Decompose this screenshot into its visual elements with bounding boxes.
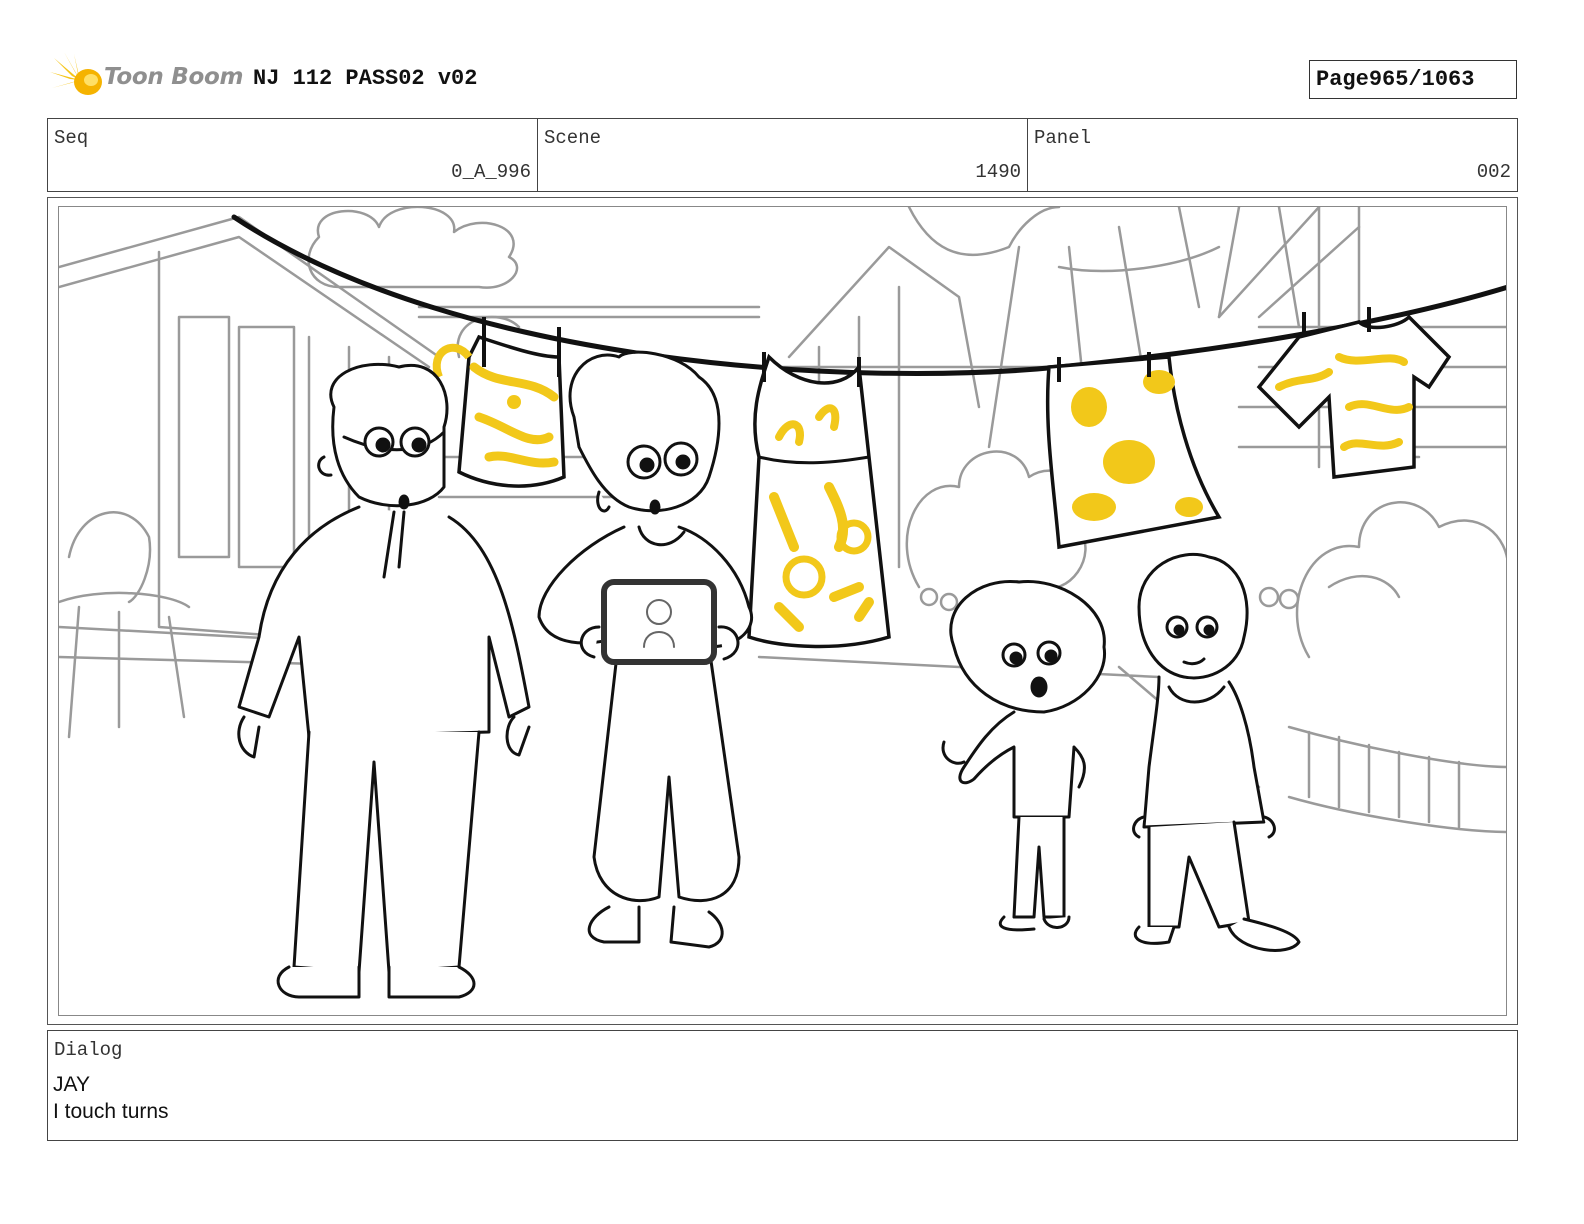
storyboard-panel [58,206,1507,1016]
dialog-text: I touch turns [53,1100,169,1123]
starburst-icon [50,52,102,102]
child-figure-2 [1132,552,1301,952]
page-counter: Page 965/1063 [1309,60,1517,99]
seq-label: Seq [54,127,89,149]
laundry-shirt-1 [432,317,566,488]
laundry-tshirt-right [1256,307,1452,479]
scene-value: 1490 [975,161,1021,183]
seq-value: 0_A_996 [451,161,531,183]
dialog-box: Dialog JAY I touch turns [47,1030,1518,1141]
page-number: 965/1063 [1368,67,1475,92]
panel-value: 002 [1476,161,1511,183]
scene-label: Scene [544,127,602,149]
logo-text: Toon Boom [104,64,244,90]
laundry-spotted-shirt [1045,352,1222,550]
info-strip: Seq 0_A_996 Scene 1490 Panel 002 [47,118,1518,192]
child-jay-figure [941,579,1107,932]
document-title: NJ 112 PASS02 v02 [253,66,478,91]
dialog-label: Dialog [54,1039,123,1061]
panel-label: Panel [1034,127,1092,149]
laundry-dress [747,352,891,649]
scene-cell: Scene 1490 [538,119,1028,191]
grandma-figure [537,350,753,949]
panel-cell: Panel 002 [1028,119,1517,191]
storyboard-sketch [59,207,1506,999]
page-label: Page [1316,67,1369,92]
seq-cell: Seq 0_A_996 [48,119,538,191]
dialog-speaker: JAY [53,1073,90,1096]
